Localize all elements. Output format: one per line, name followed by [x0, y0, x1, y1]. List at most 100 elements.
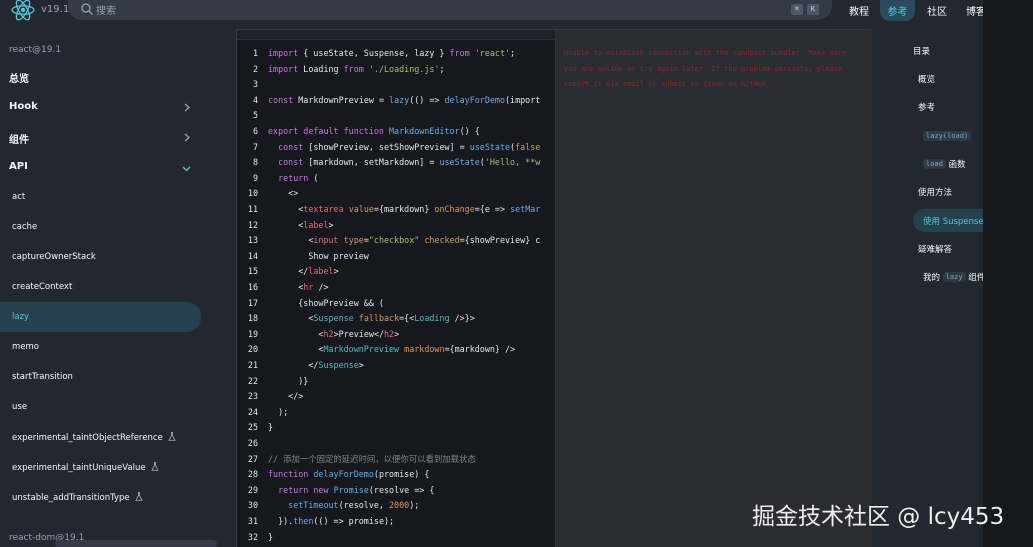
sidebar-group-hook[interactable]: Hook: [9, 101, 38, 112]
code-line[interactable]: 24 );: [237, 405, 555, 421]
sidebar-section-react: react@19.1: [9, 45, 62, 55]
code-line[interactable]: 17 {showPreview && (: [237, 296, 555, 312]
line-number: 20: [247, 344, 258, 355]
code-text: <MarkdownPreview markdown={markdown} />: [268, 344, 516, 355]
toc-item-suffix: 函数: [945, 160, 966, 170]
sidebar-group-api[interactable]: API: [9, 161, 28, 172]
code-line[interactable]: 1 import { useState, Suspense, lazy } fro…: [237, 46, 555, 62]
nav-reference-link[interactable]: 参考: [880, 0, 915, 21]
chevron-down-icon[interactable]: [182, 164, 191, 173]
code-line[interactable]: 3: [237, 77, 555, 93]
toc-item[interactable]: 使用 Suspense: [923, 215, 984, 227]
search-bar[interactable]: 搜索 ⌘ K: [68, 0, 832, 20]
code-line[interactable]: 4 const MarkdownPreview = lazy(() => dela…: [237, 93, 555, 109]
code-line[interactable]: 30 setTimeout(resolve, 2000);: [237, 498, 555, 514]
toc-item[interactable]: 参考: [918, 101, 935, 113]
sidebar-item-taintobjectreference[interactable]: experimental_taintObjectReference: [12, 432, 176, 443]
sidebar-item-starttransition[interactable]: startTransition: [12, 372, 73, 382]
code-line[interactable]: 19 <h2>Preview</h2>: [237, 327, 555, 343]
chevron-right-icon[interactable]: [182, 103, 191, 112]
code-line[interactable]: 9 return (: [237, 171, 555, 187]
line-number: 16: [247, 282, 258, 292]
sidebar-item-cache[interactable]: cache: [12, 222, 37, 232]
line-number: 9: [252, 172, 258, 183]
code-line[interactable]: 31 }).then(() => promise);: [237, 514, 555, 530]
code-line[interactable]: 28 function delayForDemo(promise) {: [237, 467, 555, 483]
toc-code-chip: lazy(load): [923, 131, 972, 141]
line-number: 32: [247, 531, 258, 542]
sidebar-scrollbar[interactable]: [55, 540, 217, 547]
toc-item[interactable]: 疑难解答: [918, 243, 952, 255]
code-editor[interactable]: 1 import { useState, Suspense, lazy } fro…: [237, 46, 555, 547]
code-line[interactable]: 22 )}: [237, 374, 555, 390]
toc-title: 目录: [913, 47, 931, 57]
code-line[interactable]: 2 import Loading from './Loading.js';: [237, 62, 555, 78]
code-text: </>: [268, 391, 304, 402]
sidebar-group-components[interactable]: 组件: [9, 131, 29, 146]
code-line[interactable]: 5: [237, 108, 555, 124]
code-text: import { useState, Suspense, lazy } from…: [268, 48, 516, 58]
sidebar-item-taintuniquevalue[interactable]: experimental_taintUniqueValue: [12, 462, 159, 473]
k-key-hint: K: [807, 4, 819, 15]
sidebar-item-act[interactable]: act: [12, 192, 25, 202]
toc-item[interactable]: 概览: [918, 73, 935, 85]
line-number: 5: [252, 110, 258, 121]
code-text: const [showPreview, setShowPreview] = us…: [268, 141, 541, 152]
line-number: 7: [252, 141, 258, 152]
code-text: <textarea value={markdown} onChange={e =…: [268, 204, 541, 214]
code-line[interactable]: 13 <input type="checkbox" checked={showP…: [237, 233, 555, 249]
sidebar-item-addtransitiontype[interactable]: unstable_addTransitionType: [12, 492, 143, 503]
react-logo-icon[interactable]: [10, 0, 36, 23]
toc-item[interactable]: lazy(load): [923, 131, 972, 142]
code-line[interactable]: 11 <textarea value={markdown} onChange={…: [237, 202, 555, 218]
toc-item[interactable]: 我的 lazy 组件: [923, 271, 985, 283]
code-line[interactable]: 27 // 添加一个固定的延迟时间，以便你可以看到加载状态: [237, 452, 555, 468]
sidebar-item-lazy[interactable]: lazy: [12, 312, 29, 322]
code-line[interactable]: 8 const [markdown, setMarkdown] = useSta…: [237, 155, 555, 171]
line-number: 24: [247, 406, 258, 417]
toc-item-label: 概览: [918, 75, 936, 85]
code-line[interactable]: 14 Show preview: [237, 249, 555, 265]
nav-learn-link[interactable]: 教程: [849, 3, 869, 18]
line-number: 22: [247, 375, 258, 386]
code-line[interactable]: 20 <MarkdownPreview markdown={markdown} …: [237, 342, 555, 358]
code-line[interactable]: 12 <label>: [237, 218, 555, 234]
sidebar-item-use[interactable]: use: [12, 402, 27, 412]
code-line[interactable]: 6 export default function MarkdownEditor(…: [237, 124, 555, 140]
code-line[interactable]: 26: [237, 436, 555, 452]
code-text: {showPreview && (: [268, 297, 384, 308]
line-number: 8: [252, 157, 258, 168]
toc-item[interactable]: load 函数: [923, 158, 966, 170]
code-line[interactable]: 16 <hr />: [237, 280, 555, 296]
code-line[interactable]: 21 </Suspense>: [237, 358, 555, 374]
code-line[interactable]: 18 <Suspense fallback={<Loading />}>: [237, 311, 555, 327]
sidebar-item-label: experimental_taintUniqueValue: [12, 463, 146, 473]
code-text: import Loading from './Loading.js';: [268, 63, 445, 74]
code-line[interactable]: 32}: [237, 530, 555, 546]
code-text: setTimeout(resolve, 2000);: [288, 500, 420, 511]
code-line[interactable]: 15 </label>: [237, 264, 555, 280]
sidebar-item-createcontext[interactable]: createContext: [12, 282, 72, 292]
code-line[interactable]: 23 </>: [237, 389, 555, 405]
sidebar-item-memo[interactable]: memo: [12, 342, 39, 352]
code-text: Show preview: [268, 250, 369, 261]
version-label[interactable]: v19.1: [41, 4, 69, 15]
toc-item-label: 疑难解答: [918, 245, 953, 255]
code-line[interactable]: 29 return new Promise(resolve => {: [237, 483, 555, 499]
nav-community-link[interactable]: 社区: [927, 3, 947, 18]
toc-item[interactable]: 使用方法: [918, 186, 952, 198]
search-icon: [81, 3, 93, 15]
code-text: )}: [268, 375, 309, 386]
code-line[interactable]: 7 const [showPreview, setShowPreview] = …: [237, 140, 555, 156]
code-line[interactable]: 25}: [237, 420, 555, 436]
code-text: }).then(() => promise);: [268, 516, 395, 526]
toc-code-chip: lazy: [942, 272, 966, 282]
toc-item-label: 使用 Suspense: [923, 217, 984, 227]
line-number: 3: [252, 79, 258, 90]
sidebar-item-overview[interactable]: 总览: [9, 70, 29, 85]
chevron-right-icon[interactable]: [182, 133, 191, 142]
code-text: return (: [268, 172, 319, 183]
code-line[interactable]: 10 <>: [237, 186, 555, 202]
code-text: );: [268, 406, 289, 417]
sidebar-item-captureownerstack[interactable]: captureOwnerStack: [12, 252, 96, 262]
